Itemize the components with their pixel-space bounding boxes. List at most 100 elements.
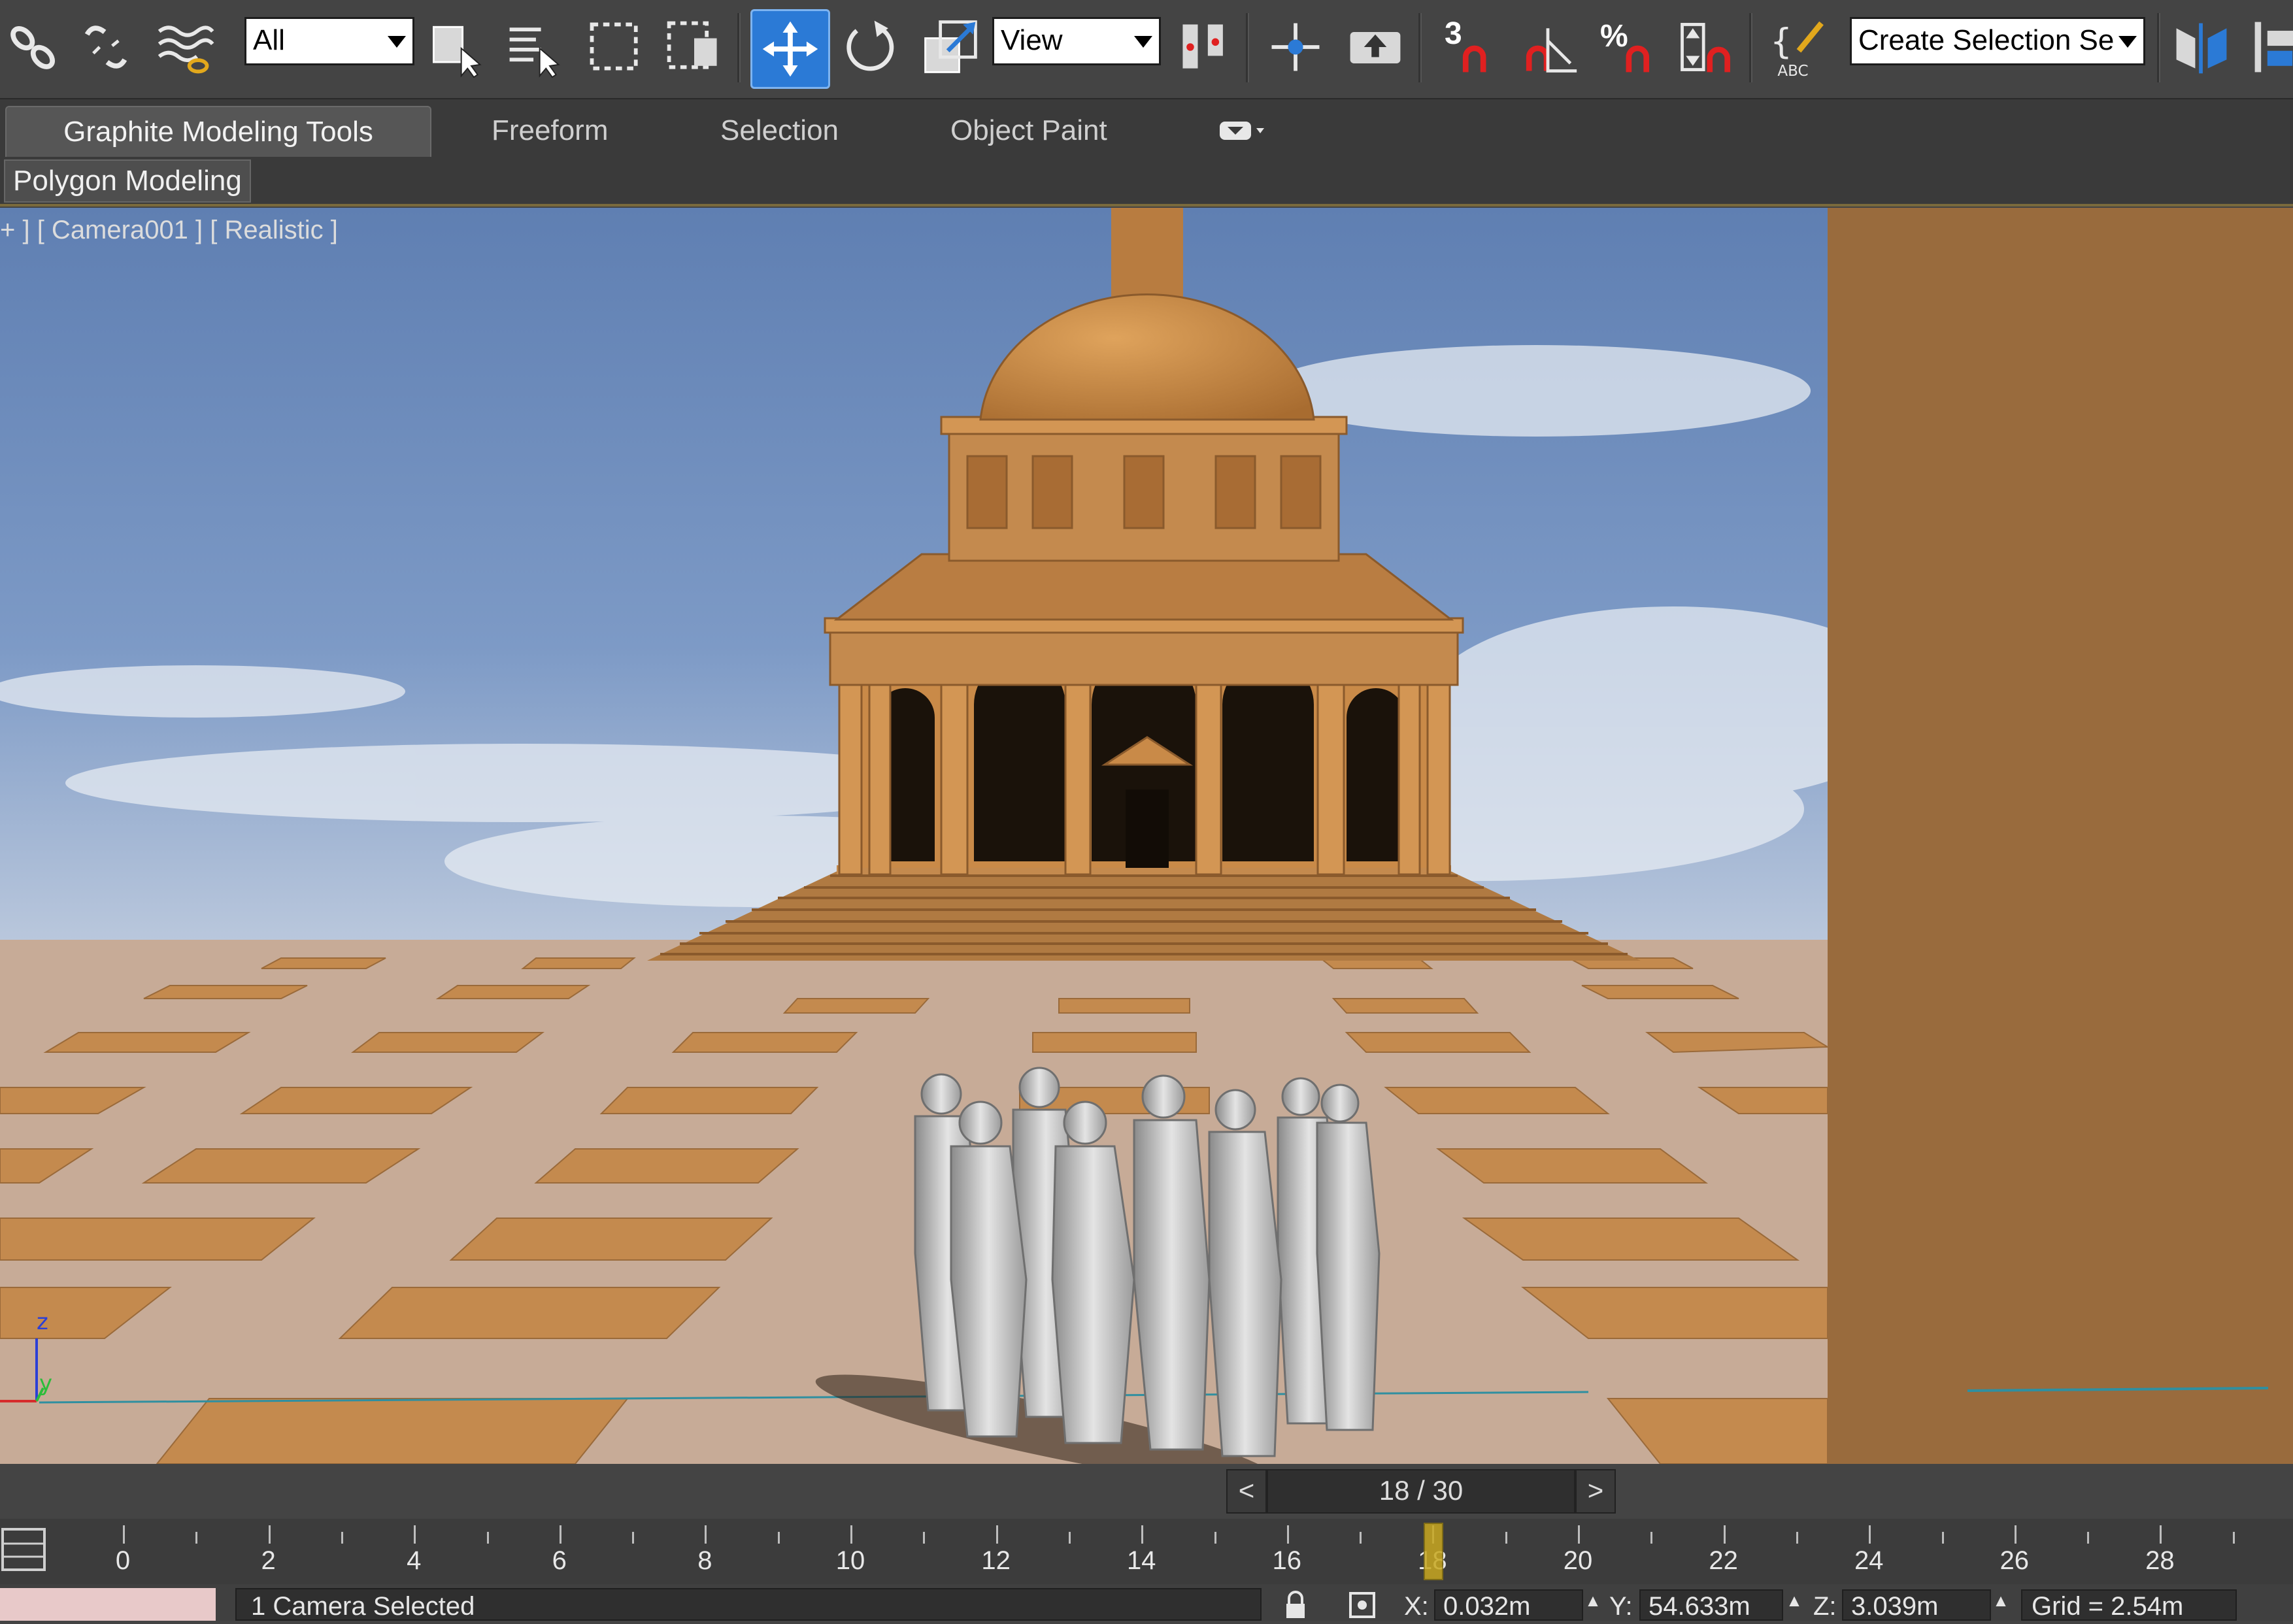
axis-y-label: y: [39, 1370, 52, 1397]
select-and-manipulate-icon[interactable]: [1258, 9, 1333, 85]
tab-object-paint[interactable]: Object Paint: [935, 106, 1123, 156]
bind-to-space-warp-icon[interactable]: [146, 9, 222, 85]
selection-filter-dropdown[interactable]: All: [244, 17, 414, 65]
use-pivot-point-center-icon[interactable]: [1167, 9, 1243, 85]
named-selection-set-value: Create Selection Se: [1858, 24, 2115, 56]
timeline-tick-label: 16: [1272, 1546, 1302, 1575]
timeline-tick: [1578, 1525, 1580, 1544]
maxscript-mini-listener[interactable]: [0, 1588, 216, 1621]
snaps-toggle-icon[interactable]: 3: [1431, 9, 1507, 85]
percent-snap-toggle-icon[interactable]: %: [1588, 9, 1664, 85]
ribbon-bar: Graphite Modeling Tools Freeform Selecti…: [0, 99, 2293, 159]
y-spinner-icon[interactable]: ▲: [1786, 1591, 1803, 1617]
timeline-tick-label: 2: [261, 1546, 276, 1575]
reference-coordinate-value: View: [1001, 24, 1063, 56]
next-frame-button[interactable]: >: [1575, 1469, 1616, 1514]
current-time-marker[interactable]: [1424, 1523, 1444, 1580]
z-spinner-icon[interactable]: ▲: [1992, 1591, 2009, 1617]
viewport-label[interactable]: + ] [ Camera001 ] [ Realistic ]: [0, 216, 338, 245]
named-selection-set-dropdown[interactable]: Create Selection Se: [1850, 17, 2145, 65]
grid-size-display: Grid = 2.54m: [2021, 1589, 2237, 1621]
x-coordinate-field[interactable]: 0.032m: [1434, 1589, 1583, 1621]
snaps-toggle-label: 3: [1445, 16, 1462, 51]
angle-snap-toggle-icon[interactable]: [1510, 9, 1586, 85]
timeline-tick-label: 28: [2145, 1546, 2175, 1575]
camera-viewport[interactable]: + ] [ Camera001 ] [ Realistic ] z y: [0, 208, 2293, 1464]
axis-z-label: z: [37, 1309, 48, 1335]
keyboard-shortcut-override-icon[interactable]: [1337, 9, 1413, 85]
percent-snap-label: %: [1600, 19, 1628, 54]
select-and-rotate-icon[interactable]: [831, 9, 907, 85]
chevron-down-icon: [2118, 36, 2137, 48]
timeline-tick: [123, 1525, 125, 1544]
timeline-tick-label: 12: [981, 1546, 1011, 1575]
spinner-snap-toggle-icon[interactable]: [1668, 9, 1744, 85]
timeline-tick-label: 20: [1563, 1546, 1593, 1575]
timeline-tick: [777, 1532, 780, 1544]
edit-named-selection-sets-icon[interactable]: {ABC: [1761, 9, 1837, 85]
timeline-tick-label: 14: [1126, 1546, 1156, 1575]
timeline-tick-label: 24: [1854, 1546, 1884, 1575]
timeline-tick: [195, 1532, 198, 1544]
previous-frame-button[interactable]: <: [1226, 1469, 1267, 1514]
timeline-tick: [268, 1525, 271, 1544]
tab-freeform[interactable]: Freeform: [476, 106, 624, 156]
timeline-tick-label: 4: [407, 1546, 422, 1575]
time-slider: < 18 / 30 >: [0, 1464, 2293, 1519]
timeline-tick: [414, 1525, 416, 1544]
toolbar-separator: [1749, 13, 1752, 82]
timeline-tick: [2232, 1532, 2235, 1544]
timeline-tick: [1869, 1525, 1871, 1544]
timeline-tick: [705, 1525, 707, 1544]
select-and-link-icon[interactable]: [0, 9, 72, 85]
viewport-scene: z y: [0, 208, 2293, 1464]
lock-selection-icon[interactable]: [1281, 1591, 1310, 1619]
timeline-tick: [1941, 1532, 1944, 1544]
x-spinner-icon[interactable]: ▲: [1584, 1591, 1601, 1617]
ribbon-panel: Polygon Modeling: [0, 157, 2293, 207]
side-wall: [1828, 208, 2293, 1464]
timeline-tick: [2087, 1532, 2090, 1544]
timeline-tick-label: 0: [115, 1546, 131, 1575]
timeline-tick: [2014, 1525, 2017, 1544]
timeline-tick-label: 22: [1709, 1546, 1738, 1575]
tab-graphite-modeling-tools[interactable]: Graphite Modeling Tools: [5, 106, 431, 157]
track-bar[interactable]: 0246810121416182022242628: [0, 1519, 2293, 1584]
frame-indicator[interactable]: 18 / 30: [1267, 1469, 1575, 1514]
toolbar-separator: [1246, 13, 1249, 82]
timeline-tick: [1796, 1532, 1798, 1544]
selection-filter-value: All: [253, 24, 285, 56]
ribbon-options-icon[interactable]: [1217, 115, 1267, 146]
selection-status-text: 1 Camera Selected: [235, 1588, 1262, 1621]
timeline-tick: [2160, 1525, 2162, 1544]
timeline-tick: [559, 1525, 561, 1544]
chevron-down-icon: [1134, 36, 1152, 48]
z-coordinate-label: Z:: [1813, 1592, 1837, 1621]
open-mini-curve-editor-icon[interactable]: [0, 1525, 47, 1574]
timeline-tick-label: 10: [835, 1546, 865, 1575]
polygon-modeling-button[interactable]: Polygon Modeling: [4, 159, 251, 203]
timeline-tick: [1214, 1532, 1216, 1544]
timeline-tick: [996, 1525, 998, 1544]
absolute-mode-transform-icon[interactable]: [1347, 1589, 1378, 1621]
toolbar-separator: [2157, 13, 2160, 82]
select-object-icon[interactable]: [418, 9, 494, 85]
select-and-scale-icon[interactable]: [912, 9, 988, 85]
reference-coordinate-dropdown[interactable]: View: [992, 17, 1161, 65]
mirror-icon[interactable]: [2164, 9, 2239, 85]
z-coordinate-field[interactable]: 3.039m: [1842, 1589, 1991, 1621]
align-icon[interactable]: [2242, 9, 2293, 85]
select-and-move-icon[interactable]: [750, 9, 830, 89]
tab-selection[interactable]: Selection: [705, 106, 854, 156]
timeline-tick-label: 6: [552, 1546, 567, 1575]
y-coordinate-field[interactable]: 54.633m: [1639, 1589, 1783, 1621]
window-crossing-icon[interactable]: [656, 9, 732, 85]
rectangular-selection-region-icon[interactable]: [578, 9, 654, 85]
y-coordinate-label: Y:: [1609, 1592, 1633, 1621]
svg-text:ABC: ABC: [1777, 63, 1808, 78]
status-bar: 1 Camera Selected X: 0.032m ▲ Y: 54.633m…: [0, 1584, 2293, 1621]
select-by-name-icon[interactable]: [497, 9, 573, 85]
timeline-tick: [1141, 1525, 1144, 1544]
timeline-tick: [632, 1532, 635, 1544]
unlink-selection-icon[interactable]: [68, 9, 144, 85]
